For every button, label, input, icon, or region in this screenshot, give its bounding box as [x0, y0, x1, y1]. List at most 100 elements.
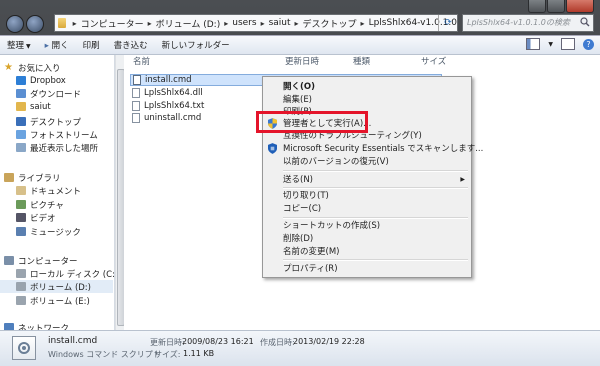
breadcrumb-users[interactable]: users: [232, 18, 256, 28]
script-file-icon: [133, 75, 141, 85]
preview-pane-icon[interactable]: [561, 38, 575, 50]
sidebar-item-music[interactable]: ミュージック: [16, 225, 81, 238]
details-pane: install.cmd Windows コマンド スクリプト 更新日時: 200…: [0, 330, 600, 366]
star-icon: ★: [4, 62, 13, 73]
open-button[interactable]: ▸ 開く: [38, 39, 76, 51]
sidebar-item-pictures[interactable]: ピクチャ: [16, 198, 64, 211]
computer-icon: [4, 256, 14, 265]
breadcrumb-saiut[interactable]: saiut: [269, 18, 291, 28]
sidebar-item-photostream[interactable]: フォトストリーム: [16, 128, 98, 141]
file-row-dll[interactable]: LplsShlx64.dll: [132, 87, 203, 99]
column-header-name[interactable]: 名前: [124, 55, 276, 69]
breadcrumb-computer[interactable]: コンピューター: [81, 17, 144, 30]
sidebar-label: ミュージック: [30, 227, 81, 238]
sidebar-label: ドキュメント: [30, 186, 82, 197]
sidebar-label: デスクトップ: [30, 117, 82, 128]
new-folder-button[interactable]: 新しいフォルダー: [155, 39, 237, 51]
search-input[interactable]: LplsShlx64-v1.0.1.0の検索: [462, 14, 594, 32]
sidebar-label: ローカル ディスク (C:): [30, 269, 119, 280]
sidebar-item-volume-e[interactable]: ボリューム (E:): [16, 294, 90, 307]
menu-separator: [283, 170, 468, 172]
search-icon[interactable]: [580, 17, 590, 31]
open-label: 開く: [51, 41, 69, 51]
sidebar-item-documents[interactable]: ドキュメント: [16, 184, 81, 197]
sidebar-label: ダウンロード: [30, 89, 82, 100]
details-created-value: 2013/02/19 22:28: [293, 337, 365, 346]
sidebar-item-desktop[interactable]: デスクトップ: [16, 115, 81, 128]
photostream-icon: [16, 130, 26, 139]
menu-item-open[interactable]: 開く(O): [283, 81, 315, 93]
sidebar-label: コンピューター: [18, 256, 78, 267]
sidebar-item-libraries[interactable]: ライブラリ: [4, 171, 61, 184]
highlight-box: [256, 111, 368, 133]
details-filename: install.cmd: [48, 336, 98, 346]
help-icon[interactable]: ?: [583, 38, 594, 50]
view-options-icon[interactable]: [526, 38, 541, 50]
chevron-down-icon[interactable]: ▼: [548, 41, 553, 48]
sidebar-item-local-disk[interactable]: ローカル ディスク (C:): [16, 267, 118, 280]
details-size-value: 1.11 KB: [183, 349, 215, 358]
refresh-icon[interactable]: ⟳: [438, 15, 457, 31]
libraries-icon: [4, 173, 14, 182]
menu-item-delete[interactable]: 削除(D): [283, 233, 313, 245]
script-file-icon: [12, 336, 36, 360]
menu-item-create-shortcut[interactable]: ショートカットの作成(S): [283, 220, 380, 232]
sidebar-label: ボリューム (E:): [30, 296, 90, 307]
sidebar-item-dropbox[interactable]: Dropbox: [16, 74, 66, 87]
chevron-down-icon: ▼: [26, 43, 31, 50]
menu-item-copy[interactable]: コピー(C): [283, 203, 321, 215]
sidebar-label: Dropbox: [30, 75, 66, 86]
column-header-type[interactable]: 種類: [344, 55, 414, 69]
file-row-txt[interactable]: LplsShlx64.txt: [132, 100, 204, 112]
file-name: install.cmd: [145, 75, 192, 85]
print-button[interactable]: 印刷: [76, 39, 107, 51]
dll-file-icon: [132, 88, 140, 98]
sidebar-item-volume-d[interactable]: ボリューム (D:): [0, 280, 113, 293]
menu-item-edit[interactable]: 編集(E): [283, 94, 312, 106]
sidebar-label: ピクチャ: [30, 200, 64, 211]
minimize-button[interactable]: [528, 0, 547, 13]
search-placeholder: LplsShlx64-v1.0.1.0の検索: [467, 18, 570, 27]
sidebar-item-saiut[interactable]: saiut: [16, 100, 51, 113]
maximize-button[interactable]: [547, 0, 566, 13]
recent-places-icon: [16, 143, 26, 152]
column-header-modified[interactable]: 更新日時: [276, 55, 348, 69]
menu-item-mse-scan[interactable]: Microsoft Security Essentials でスキャンします..…: [268, 143, 483, 155]
close-button[interactable]: [566, 0, 594, 13]
menu-item-rename[interactable]: 名前の変更(M): [283, 246, 339, 258]
details-created-label: 作成日時:: [260, 338, 295, 347]
downloads-icon: [16, 89, 26, 98]
breadcrumb-desktop[interactable]: デスクトップ: [303, 17, 357, 30]
file-name: LplsShlx64.txt: [144, 101, 205, 111]
forward-button[interactable]: [26, 15, 44, 33]
burn-button[interactable]: 書き込む: [107, 39, 155, 51]
explorer-window: ▸ コンピューター ▸ ボリューム (D:) ▸ users ▸ saiut ▸ デスクト…: [0, 0, 600, 366]
videos-icon: [16, 213, 26, 222]
sidebar-label: ボリューム (D:): [30, 282, 91, 293]
command-bar: 整理 ▼ ▸ 開く 印刷 書き込む 新しいフォルダー ▼ ?: [0, 35, 600, 55]
back-button[interactable]: [6, 15, 24, 33]
address-bar[interactable]: ▸ コンピューター ▸ ボリューム (D:) ▸ users ▸ saiut ▸ デスクト…: [54, 14, 458, 32]
organize-button[interactable]: 整理 ▼: [0, 39, 38, 51]
column-header-size[interactable]: サイズ: [412, 55, 472, 69]
menu-item-cut[interactable]: 切り取り(T): [283, 190, 329, 202]
sidebar-item-computer[interactable]: コンピューター: [4, 254, 78, 267]
folder-icon: [16, 102, 26, 111]
menu-separator: [283, 259, 468, 261]
sidebar-item-downloads[interactable]: ダウンロード: [16, 87, 81, 100]
open-icon: ▸: [44, 41, 49, 51]
submenu-arrow-icon: ▶: [460, 176, 465, 183]
file-row-uninstall-cmd[interactable]: uninstall.cmd: [132, 112, 201, 124]
sidebar-item-favorites[interactable]: ★ お気に入り: [4, 61, 61, 74]
context-menu: 開く(O) 編集(E) 印刷(P) 管理者として実行(A)... 互換性のトラブ…: [262, 76, 483, 278]
menu-item-restore-previous-versions[interactable]: 以前のバージョンの復元(V): [283, 156, 389, 168]
sidebar-item-recent[interactable]: 最近表示した場所: [16, 141, 98, 154]
menu-item-properties[interactable]: プロパティ(R): [283, 263, 338, 275]
sidebar-item-videos[interactable]: ビデオ: [16, 211, 56, 224]
menu-separator: [283, 217, 468, 219]
navigation-pane: ★ お気に入り Dropbox ダウンロード saiut デスクトップ フォトスト…: [0, 55, 118, 334]
drive-icon: [16, 269, 26, 278]
file-name: LplsShlx64.dll: [144, 88, 203, 98]
breadcrumb-volume-d[interactable]: ボリューム (D:): [156, 17, 221, 30]
menu-item-send-to[interactable]: 送る(N): [283, 174, 313, 186]
